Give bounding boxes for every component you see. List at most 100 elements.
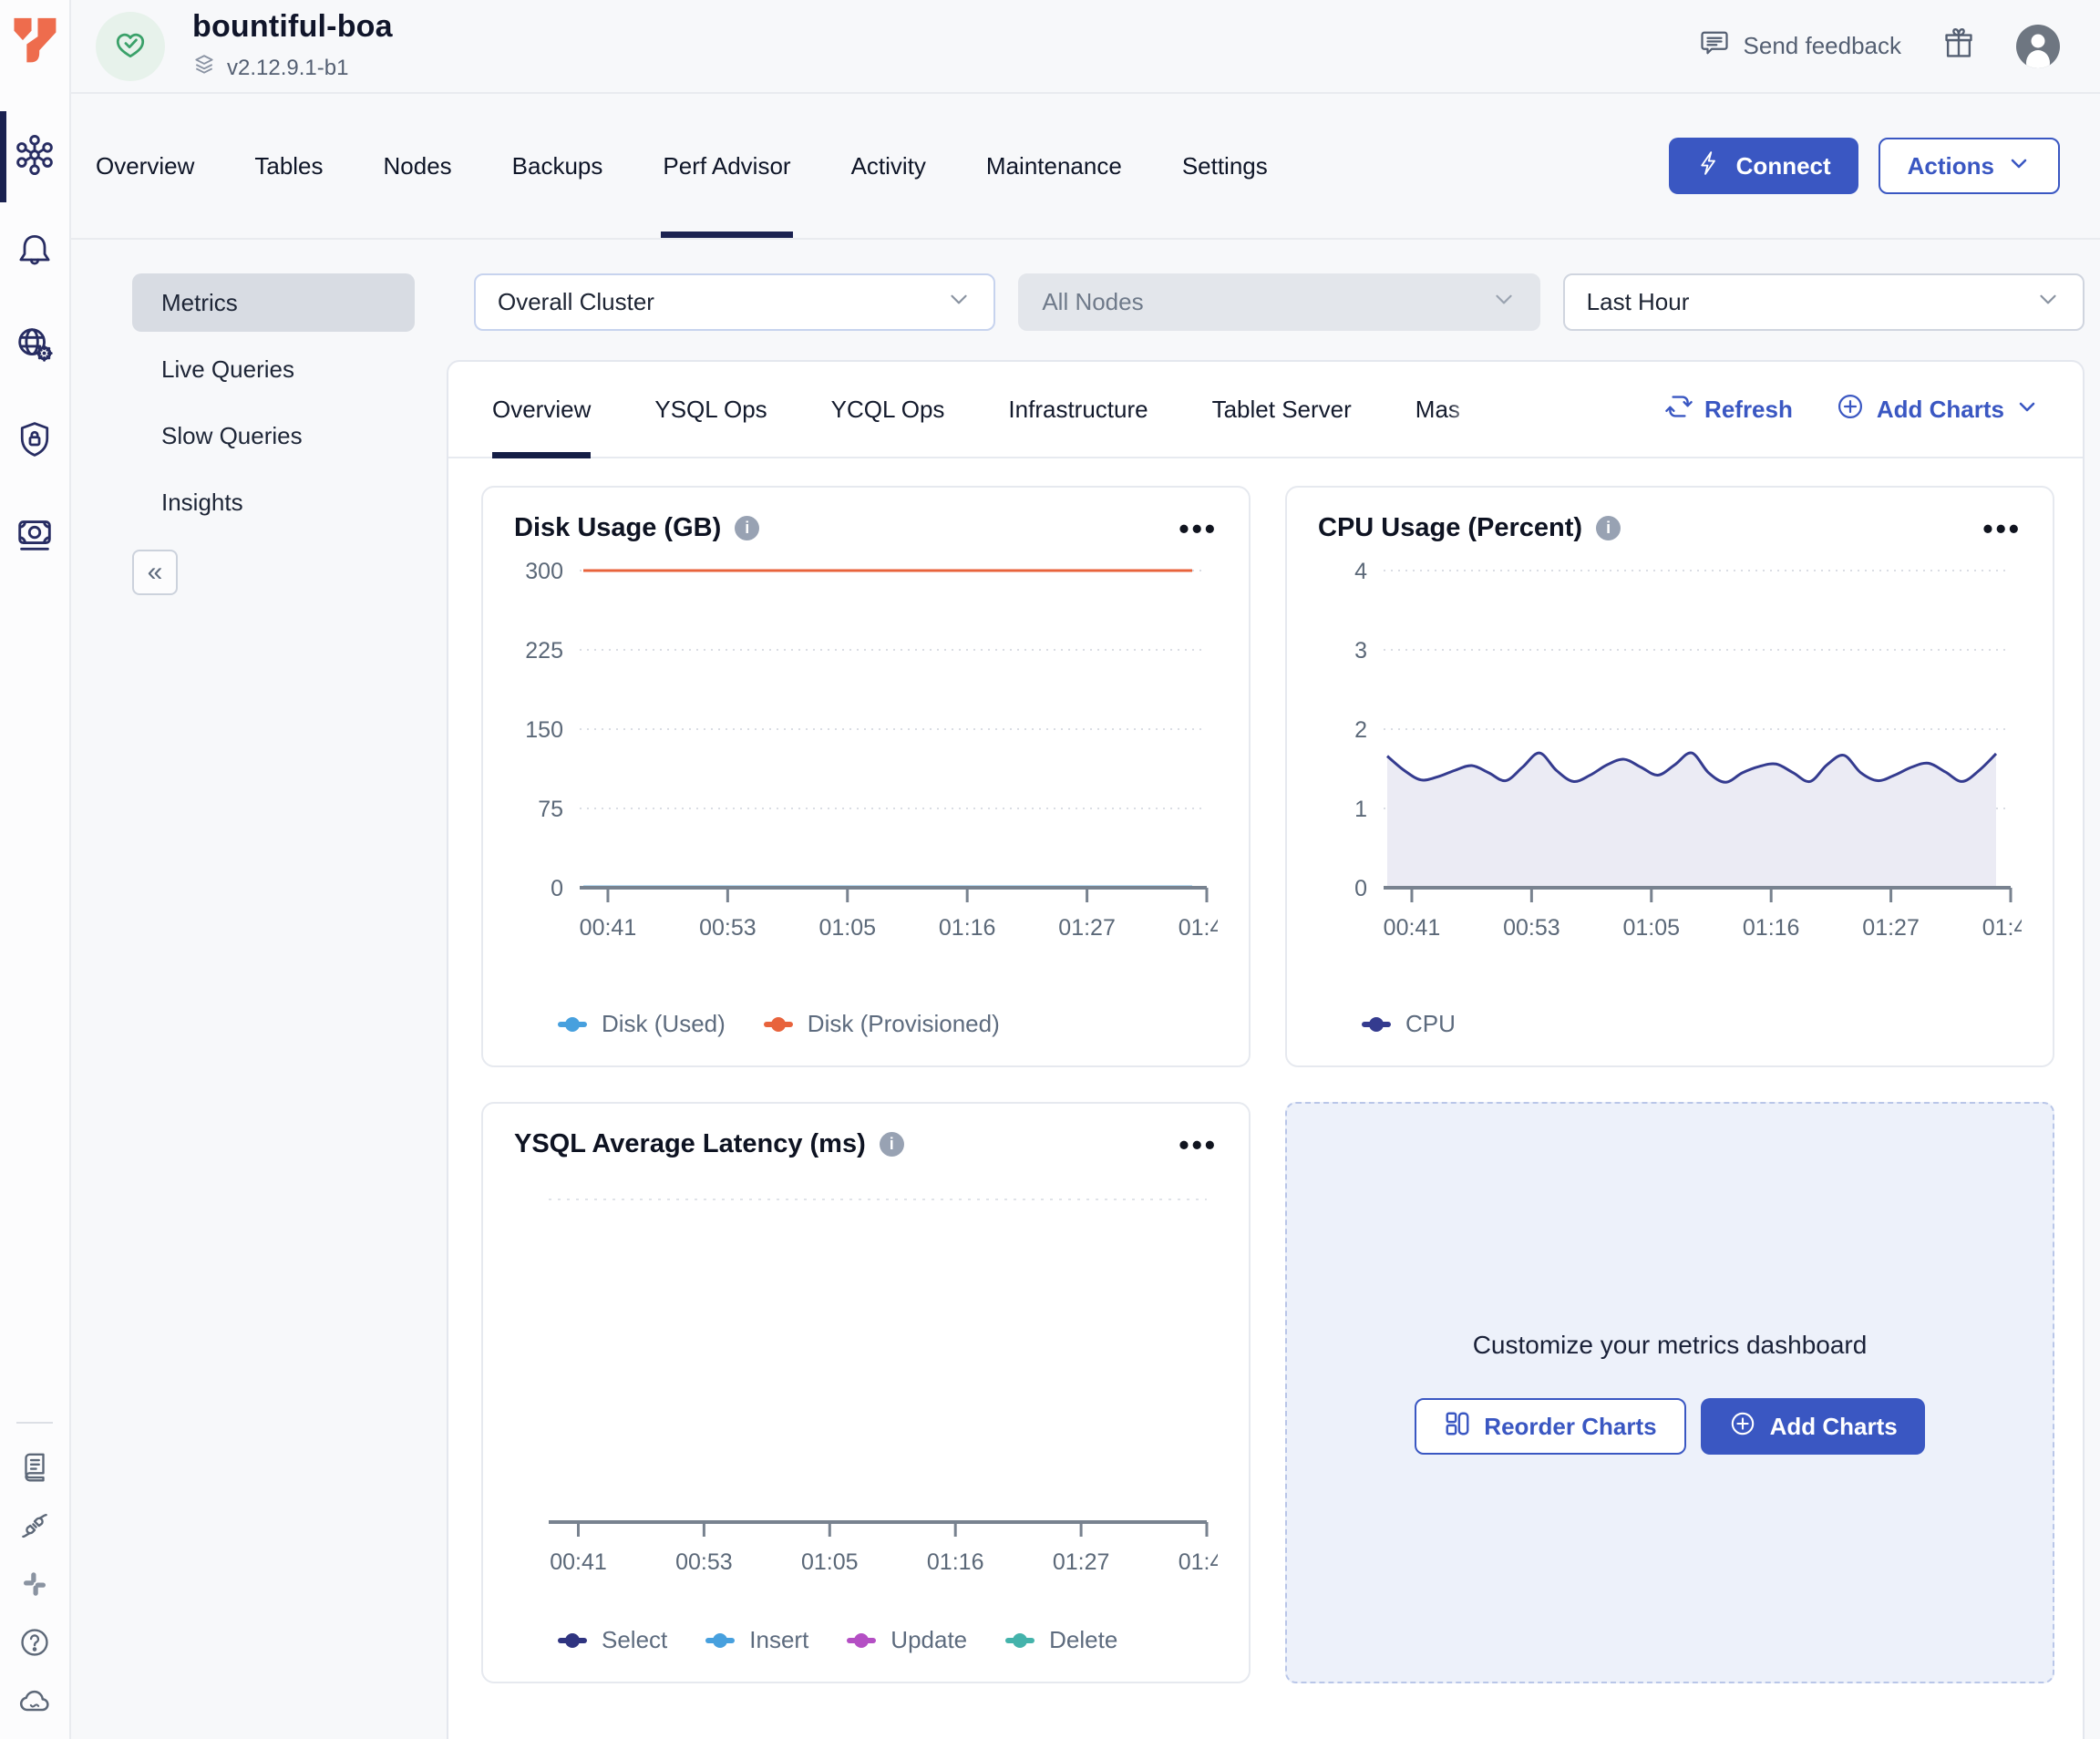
sidebar-divider <box>16 1422 53 1424</box>
svg-text:00:53: 00:53 <box>1503 915 1560 941</box>
sidebar-item-docs[interactable] <box>0 1440 70 1498</box>
tab-nodes[interactable]: Nodes <box>384 94 452 238</box>
chevron-down-icon <box>946 286 972 318</box>
chart-card-ysql-latency: YSQL Average Latency (ms) i ••• 00:4100:… <box>481 1102 1251 1683</box>
info-icon[interactable]: i <box>735 516 759 540</box>
connect-button[interactable]: Connect <box>1669 138 1858 194</box>
legend-item[interactable]: Delete <box>1005 1626 1117 1654</box>
actions-button[interactable]: Actions <box>1879 138 2060 194</box>
svg-text:01:27: 01:27 <box>1058 915 1116 941</box>
svg-text:2: 2 <box>1354 717 1367 743</box>
refresh-button[interactable]: Refresh <box>1664 392 1793 427</box>
metrics-tabbar: Overview YSQL Ops YCQL Ops Infrastructur… <box>448 362 2083 458</box>
metrics-tab-tablet-server[interactable]: Tablet Server <box>1212 362 1352 457</box>
sidebar-item-alerts[interactable] <box>0 204 70 299</box>
tab-activity[interactable]: Activity <box>851 94 926 238</box>
legend-label: Delete <box>1049 1626 1117 1654</box>
legend-label: Update <box>890 1626 967 1654</box>
perf-advisor-content: Metrics Live Queries Slow Queries Insigh… <box>71 240 2100 1739</box>
cluster-header: bountiful-boa v2.12.9.1-b1 <box>71 0 2100 94</box>
svg-text:225: 225 <box>525 638 563 664</box>
svg-text:00:53: 00:53 <box>675 1549 733 1575</box>
tab-maintenance[interactable]: Maintenance <box>986 94 1122 238</box>
time-range-select[interactable]: Last Hour <box>1563 273 2085 331</box>
legend-marker <box>1005 1638 1035 1643</box>
collapse-icon: « <box>148 557 163 588</box>
cluster-name: bountiful-boa <box>192 9 393 45</box>
subnav-item-slow-queries[interactable]: Slow Queries <box>132 406 415 465</box>
subnav-item-insights[interactable]: Insights <box>132 473 415 531</box>
sidebar-item-billing[interactable] <box>0 489 70 583</box>
send-feedback-label: Send feedback <box>1744 32 1901 60</box>
sidebar-item-network[interactable] <box>0 299 70 394</box>
user-avatar[interactable] <box>2016 25 2060 68</box>
tab-backups[interactable]: Backups <box>512 94 603 238</box>
add-charts-button[interactable]: Add Charts <box>1701 1398 1925 1455</box>
sidebar-item-integrations[interactable] <box>0 1498 70 1557</box>
question-icon <box>17 1625 52 1664</box>
sidebar-item-help[interactable] <box>0 1615 70 1673</box>
plug-icon <box>17 1508 52 1548</box>
legend-marker <box>558 1022 587 1027</box>
sidebar-item-clusters[interactable] <box>0 109 70 204</box>
connect-label: Connect <box>1736 152 1831 180</box>
send-feedback-button[interactable]: Send feedback <box>1698 26 1901 66</box>
tab-settings[interactable]: Settings <box>1182 94 1268 238</box>
scope-select[interactable]: Overall Cluster <box>474 273 995 331</box>
reorder-charts-button[interactable]: Reorder Charts <box>1415 1398 1685 1455</box>
subnav-label: Live Queries <box>161 355 294 384</box>
legend-marker <box>1362 1022 1391 1027</box>
disk-usage-chart: 07515022530000:4100:5301:0501:1601:2701:… <box>514 558 1218 952</box>
gift-button[interactable] <box>1941 26 1976 66</box>
svg-text:01:05: 01:05 <box>1622 915 1680 941</box>
sidebar-item-slack[interactable] <box>0 1557 70 1615</box>
metrics-tab-ycql-ops[interactable]: YCQL Ops <box>831 362 945 457</box>
perf-subnav: Metrics Live Queries Slow Queries Insigh… <box>132 273 415 1739</box>
metrics-tab-overview[interactable]: Overview <box>492 362 591 457</box>
metrics-tab-master[interactable]: Mas <box>1415 362 1485 457</box>
chart-menu-button[interactable]: ••• <box>1179 524 1218 533</box>
legend-item[interactable]: Insert <box>705 1626 808 1654</box>
subnav-item-live-queries[interactable]: Live Queries <box>132 340 415 398</box>
info-icon[interactable]: i <box>880 1132 904 1157</box>
heart-check-icon <box>110 24 150 68</box>
legend-marker <box>764 1022 793 1027</box>
chart-title: YSQL Average Latency (ms) <box>514 1129 866 1159</box>
main-area: bountiful-boa v2.12.9.1-b1 <box>71 0 2100 1739</box>
chevron-down-icon <box>2015 395 2039 425</box>
legend-item[interactable]: Update <box>847 1626 967 1654</box>
legend-item[interactable]: CPU <box>1362 1010 1456 1038</box>
chart-card-disk-usage: Disk Usage (GB) i ••• 07515022530000:410… <box>481 486 1251 1067</box>
collapse-sidenav-button[interactable]: « <box>132 550 178 595</box>
tab-perf-advisor[interactable]: Perf Advisor <box>663 94 790 238</box>
tab-tables[interactable]: Tables <box>254 94 323 238</box>
info-icon[interactable]: i <box>1596 516 1621 540</box>
sidebar-item-cloud-status[interactable] <box>0 1673 70 1732</box>
chart-menu-button[interactable]: ••• <box>1179 1140 1218 1149</box>
metrics-tab-infrastructure[interactable]: Infrastructure <box>1008 362 1148 457</box>
subnav-label: Insights <box>161 489 243 517</box>
subnav-item-metrics[interactable]: Metrics <box>132 273 415 332</box>
tab-overview[interactable]: Overview <box>96 94 194 238</box>
subnav-label: Metrics <box>161 289 238 317</box>
legend-marker <box>705 1638 735 1643</box>
slack-icon <box>18 1568 51 1605</box>
legend-item[interactable]: Select <box>558 1626 667 1654</box>
metrics-tab-ysql-ops[interactable]: YSQL Ops <box>654 362 767 457</box>
legend-item[interactable]: Disk (Provisioned) <box>764 1010 1000 1038</box>
chevron-down-icon <box>2035 286 2061 318</box>
ysql-latency-chart: 00:4100:5301:0501:1601:2701:41 <box>514 1187 1218 1586</box>
chart-menu-button[interactable]: ••• <box>1982 524 2022 533</box>
add-charts-dropdown[interactable]: Add Charts <box>1835 391 2039 428</box>
chevron-down-icon <box>1491 286 1517 318</box>
legend-label: Disk (Provisioned) <box>808 1010 1000 1038</box>
legend-item[interactable]: Disk (Used) <box>558 1010 726 1038</box>
sidebar-item-security[interactable] <box>0 394 70 489</box>
svg-text:01:16: 01:16 <box>1743 915 1800 941</box>
yugabyte-logo[interactable] <box>9 11 60 71</box>
reorder-icon <box>1444 1410 1471 1444</box>
subnav-label: Slow Queries <box>161 422 303 450</box>
svg-text:01:05: 01:05 <box>801 1549 859 1575</box>
svg-text:00:53: 00:53 <box>699 915 757 941</box>
svg-text:00:41: 00:41 <box>1384 915 1441 941</box>
